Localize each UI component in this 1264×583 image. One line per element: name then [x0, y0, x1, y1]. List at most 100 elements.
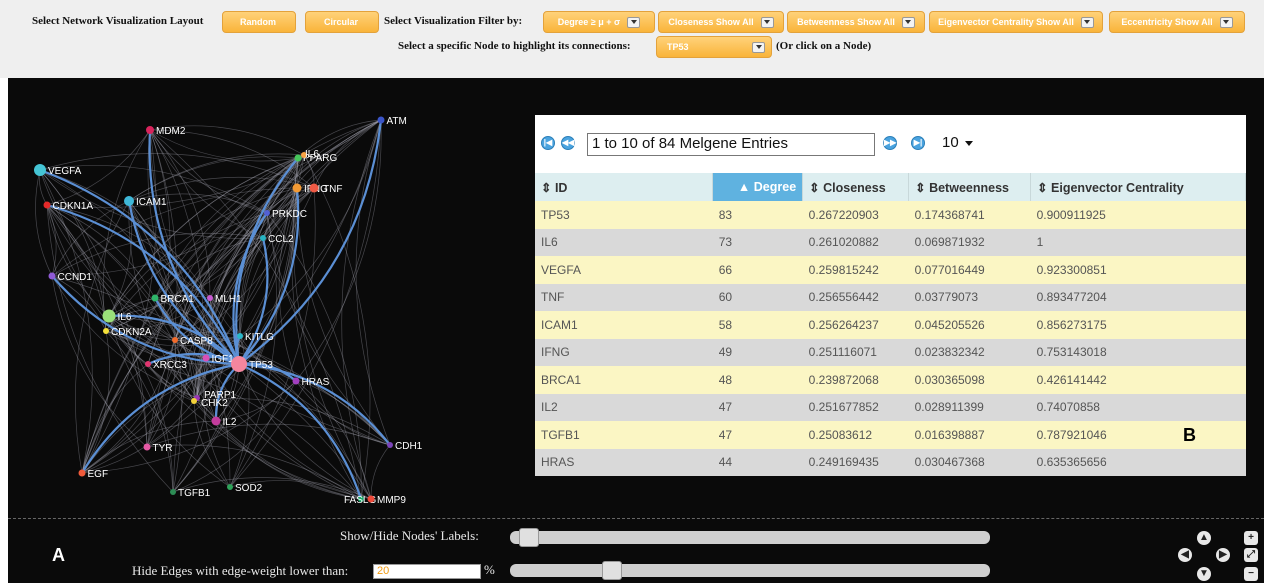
graph-node[interactable]	[237, 333, 243, 339]
edge-weight-input[interactable]: 20	[373, 564, 481, 579]
cell-betweenness: 0.030467368	[908, 448, 1031, 476]
table-row[interactable]: IFNG 49 0.251116071 0.023832342 0.753143018	[535, 338, 1246, 366]
graph-node-label: MLH1	[215, 294, 242, 305]
random-layout-button[interactable]: Random	[222, 11, 296, 33]
node-select-hint: (Or click on a Node)	[776, 40, 872, 52]
cell-betweenness: 0.016398887	[908, 421, 1031, 449]
node-select-dropdown[interactable]: TP53	[656, 36, 772, 58]
edge-weight-slider[interactable]	[510, 561, 990, 580]
next-page-icon[interactable]: ▶▶	[883, 136, 897, 150]
graph-node[interactable]	[260, 235, 266, 241]
col-header-degree[interactable]: ▲ Degree	[712, 173, 804, 201]
cell-eigenvector: 0.426141442	[1030, 366, 1246, 394]
zoom-out-icon[interactable]: −	[1244, 567, 1258, 581]
graph-node[interactable]	[387, 442, 393, 448]
graph-node-label: TNF	[323, 184, 342, 195]
last-page-icon[interactable]: ▶|	[911, 136, 925, 150]
eigenvector-filter-dropdown[interactable]: Eigenvector Centrality Show All	[929, 11, 1103, 33]
graph-node[interactable]	[309, 183, 319, 193]
col-header-eigenvector[interactable]: ⇕ Eigenvector Centrality	[1030, 173, 1246, 201]
graph-node[interactable]	[367, 495, 375, 503]
graph-node[interactable]	[102, 309, 116, 323]
table-row[interactable]: IL2 47 0.251677852 0.028911399 0.74070858	[535, 393, 1246, 421]
graph-node[interactable]	[124, 196, 134, 206]
table-row[interactable]: IL6 73 0.261020882 0.069871932 1	[535, 228, 1246, 256]
graph-node[interactable]	[143, 443, 151, 451]
graph-node[interactable]	[211, 416, 221, 426]
graph-node[interactable]	[207, 295, 213, 301]
degree-filter-dropdown[interactable]: Degree ≥ μ + σ	[543, 11, 655, 33]
graph-node[interactable]	[231, 356, 247, 372]
toolbar: Select Network Visualization Layout Rand…	[0, 0, 1264, 78]
circular-layout-button[interactable]: Circular	[305, 11, 379, 33]
graph-node[interactable]	[170, 489, 176, 495]
edge-weight-slider-thumb[interactable]	[602, 561, 622, 580]
graph-node[interactable]	[377, 116, 385, 124]
cell-eigenvector: 0.787921046	[1030, 421, 1246, 449]
labels-toggle-label: Show/Hide Nodes' Labels:	[340, 528, 479, 543]
graph-node[interactable]	[264, 210, 270, 216]
cell-closeness: 0.267220903	[802, 201, 909, 229]
cell-betweenness: 0.045205526	[908, 311, 1031, 339]
labels-slider-thumb[interactable]	[519, 528, 540, 547]
graph-node[interactable]	[151, 294, 159, 302]
graph-node-label: VEGFA	[48, 166, 82, 177]
fit-screen-icon[interactable]: ⤢	[1244, 548, 1258, 562]
table-row[interactable]: HRAS 44 0.249169435 0.030467368 0.635365656	[535, 448, 1246, 476]
graph-node[interactable]	[48, 272, 56, 280]
cell-closeness: 0.259815242	[802, 256, 909, 284]
col-header-closeness[interactable]: ⇕ Closeness	[802, 173, 910, 201]
cell-closeness: 0.249169435	[802, 448, 909, 476]
cell-id: IL2	[535, 393, 713, 421]
graph-node[interactable]	[227, 484, 233, 490]
cell-id: TGFB1	[535, 421, 713, 449]
graph-node[interactable]	[292, 377, 300, 385]
graph-node[interactable]	[172, 337, 178, 343]
arrow-down-icon[interactable]: ▼	[1197, 567, 1211, 581]
graph-node[interactable]	[191, 398, 197, 404]
table-row[interactable]: VEGFA 66 0.259815242 0.077016449 0.923300851	[535, 256, 1246, 284]
cell-id: BRCA1	[535, 366, 713, 394]
graph-node-label: XRCC3	[153, 360, 187, 371]
network-graph[interactable]: MDM2 VEGFA ICAM1 CDKN1A CCND1 IL6 CDKN2A BRCA1 M…	[8, 78, 528, 518]
table-row[interactable]: BRCA1 48 0.239872068 0.030365098 0.426141442	[535, 366, 1246, 394]
arrow-right-icon[interactable]: ▶	[1216, 548, 1230, 562]
cell-degree: 73	[712, 228, 803, 256]
first-page-icon[interactable]: |◀	[541, 136, 555, 150]
graph-edge	[193, 400, 362, 500]
graph-node[interactable]	[78, 469, 86, 477]
cell-degree: 60	[712, 283, 803, 311]
graph-node[interactable]	[43, 201, 51, 209]
table-row[interactable]: TP53 83 0.267220903 0.174368741 0.900911925	[535, 201, 1246, 229]
arrow-left-icon[interactable]: ◀	[1178, 548, 1192, 562]
graph-node[interactable]	[202, 354, 210, 362]
prev-page-icon[interactable]: ◀◀	[561, 136, 575, 150]
graph-node[interactable]	[34, 164, 46, 176]
cell-closeness: 0.25083612	[802, 421, 909, 449]
highlighted-edges	[39, 119, 391, 500]
page-size-select[interactable]: 10	[937, 133, 987, 156]
betweenness-filter-dropdown[interactable]: Betweenness Show All	[787, 11, 925, 33]
table-row[interactable]: TNF 60 0.256556442 0.03779073 0.893477204	[535, 283, 1246, 311]
cell-closeness: 0.239872068	[802, 366, 909, 394]
graph-edge	[205, 357, 372, 500]
cell-betweenness: 0.174368741	[908, 201, 1031, 229]
closeness-filter-dropdown[interactable]: Closeness Show All	[658, 11, 784, 33]
col-header-betweenness[interactable]: ⇕ Betweenness	[908, 173, 1032, 201]
labels-slider[interactable]	[510, 528, 990, 547]
cell-id: VEGFA	[535, 256, 713, 284]
arrow-up-icon[interactable]: ▲	[1197, 531, 1211, 545]
col-header-id[interactable]: ⇕ ID	[535, 173, 714, 201]
graph-node-label: HRAS	[302, 377, 330, 388]
table-row[interactable]: TGFB1 47 0.25083612 0.016398887 0.787921046	[535, 421, 1246, 449]
graph-node[interactable]	[103, 328, 109, 334]
graph-node[interactable]	[146, 126, 154, 134]
graph-node[interactable]	[145, 361, 151, 367]
eccentricity-filter-dropdown[interactable]: Eccentricity Show All	[1109, 11, 1245, 33]
table-row[interactable]: ICAM1 58 0.256264237 0.045205526 0.856273175	[535, 311, 1246, 339]
zoom-in-icon[interactable]: +	[1244, 531, 1258, 545]
dropdown-caret-icon	[752, 41, 765, 53]
graph-node[interactable]	[294, 154, 302, 162]
graph-node[interactable]	[292, 183, 302, 193]
panel-label-a: A	[52, 545, 65, 565]
